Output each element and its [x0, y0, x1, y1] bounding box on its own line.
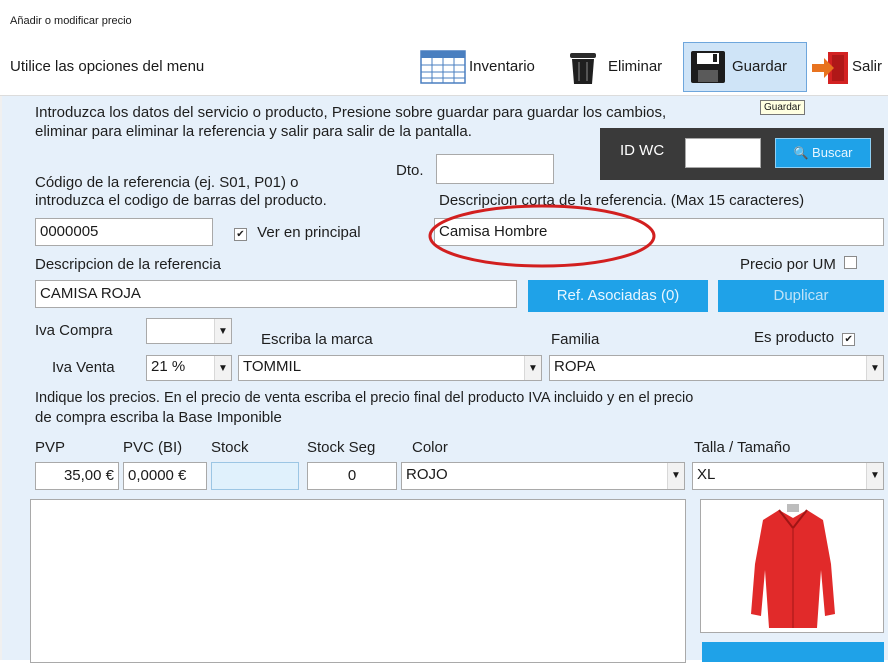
familia-select[interactable]: ROPA ▼: [549, 355, 884, 381]
shirt-icon: [751, 504, 835, 628]
duplicar-button[interactable]: Duplicar: [718, 280, 884, 312]
buscar-button[interactable]: 🔍 Buscar: [775, 138, 871, 168]
exit-icon: [812, 52, 848, 84]
iva-venta-value: 21 %: [151, 358, 186, 375]
form-panel: Introduzca los datos del servicio o prod…: [0, 96, 888, 663]
iva-compra-select[interactable]: ▼: [146, 318, 232, 344]
iva-venta-select[interactable]: 21 % ▼: [146, 355, 232, 381]
marca-value: TOMMIL: [243, 358, 302, 375]
intro-line-2: eliminar para eliminar la referencia y s…: [35, 123, 472, 140]
chevron-down-icon: ▼: [524, 356, 541, 380]
ver-principal-check: ✔: [234, 228, 247, 241]
es-producto-label: Es producto: [754, 329, 835, 346]
codigo-label-1: Código de la referencia (ej. S01, P01) o: [35, 174, 299, 191]
title-bar: Añadir o modificar precio: [0, 0, 888, 40]
desc-input[interactable]: CAMISA ROJA: [35, 280, 517, 308]
chevron-down-icon: ▼: [866, 356, 883, 380]
image-button[interactable]: [702, 642, 884, 662]
stock-label: Stock: [211, 439, 249, 456]
buscar-label: Buscar: [812, 145, 853, 160]
chevron-down-icon: ▼: [667, 463, 684, 489]
precios-info-1: Indique los precios. En el precio de ven…: [35, 390, 694, 406]
pvc-input[interactable]: 0,0000 €: [123, 462, 207, 490]
idwc-box: ID WC 🔍 Buscar: [600, 128, 884, 180]
inventario-button[interactable]: Inventario: [420, 44, 560, 90]
stock-seg-input[interactable]: 0: [307, 462, 397, 490]
notes-textarea[interactable]: [30, 499, 686, 663]
guardar-label: Guardar: [732, 58, 788, 75]
product-image[interactable]: [700, 499, 884, 633]
search-icon: 🔍: [793, 146, 809, 160]
talla-value: XL: [697, 466, 716, 483]
toolbar-hint: Utilice las opciones del menu: [10, 58, 205, 75]
toolbar: Utilice las opciones del menu Inventario…: [0, 40, 888, 96]
dto-input[interactable]: [436, 154, 554, 184]
precio-um-label: Precio por UM: [740, 256, 836, 273]
table-icon: [420, 50, 466, 84]
marca-label: Escriba la marca: [261, 331, 373, 348]
window-title: Añadir o modificar precio: [10, 15, 132, 27]
salir-label: Salir: [852, 58, 883, 75]
desc-label: Descripcion de la referencia: [35, 256, 221, 273]
es-producto-checkbox[interactable]: Es producto ✔: [754, 329, 856, 346]
guardar-button[interactable]: Guardar: [683, 42, 807, 92]
chevron-down-icon: ▼: [866, 463, 883, 489]
trash-icon: [570, 53, 596, 84]
codigo-label-2: introduzca el codigo de barras del produ…: [35, 192, 327, 209]
salir-button[interactable]: Salir: [810, 44, 888, 90]
marca-select[interactable]: TOMMIL ▼: [238, 355, 542, 381]
dto-label: Dto.: [396, 162, 424, 179]
familia-value: ROPA: [554, 358, 596, 375]
es-producto-check: ✔: [842, 333, 856, 346]
talla-label: Talla / Tamaño: [694, 439, 791, 456]
pvp-label: PVP: [35, 439, 66, 456]
precio-um-check: [844, 256, 858, 269]
color-select[interactable]: ROJO ▼: [401, 462, 685, 490]
save-icon: [691, 51, 725, 83]
tooltip: Guardar: [760, 100, 805, 115]
precios-info-2: de compra escriba la Base Imponible: [35, 409, 282, 426]
stock-input[interactable]: [211, 462, 299, 490]
eliminar-label: Eliminar: [608, 58, 663, 75]
ver-principal-label: Ver en principal: [257, 224, 361, 241]
idwc-label: ID WC: [620, 142, 665, 159]
ref-asociadas-button[interactable]: Ref. Asociadas (0): [528, 280, 708, 312]
idwc-input[interactable]: [685, 138, 761, 168]
ver-principal-checkbox[interactable]: ✔ Ver en principal: [234, 224, 361, 241]
desc-corta-input[interactable]: Camisa Hombre: [434, 218, 884, 246]
codigo-input[interactable]: 0000005: [35, 218, 213, 246]
pvc-label: PVC (BI): [123, 439, 183, 456]
inventario-label: Inventario: [469, 58, 535, 75]
iva-compra-label: Iva Compra: [35, 322, 113, 339]
familia-label: Familia: [551, 331, 600, 348]
desc-corta-label: Descripcion corta de la referencia. (Max…: [439, 192, 805, 209]
color-label: Color: [412, 439, 448, 456]
pvp-input[interactable]: 35,00 €: [35, 462, 119, 490]
iva-venta-label: Iva Venta: [52, 359, 115, 376]
intro-line-1: Introduzca los datos del servicio o prod…: [35, 104, 667, 121]
talla-select[interactable]: XL ▼: [692, 462, 884, 490]
chevron-down-icon: ▼: [214, 319, 231, 343]
precio-um-checkbox[interactable]: Precio por UM: [740, 256, 858, 273]
stock-seg-label: Stock Seg: [307, 439, 376, 456]
chevron-down-icon: ▼: [214, 356, 231, 380]
eliminar-button[interactable]: Eliminar: [564, 44, 680, 90]
color-value: ROJO: [406, 466, 448, 483]
